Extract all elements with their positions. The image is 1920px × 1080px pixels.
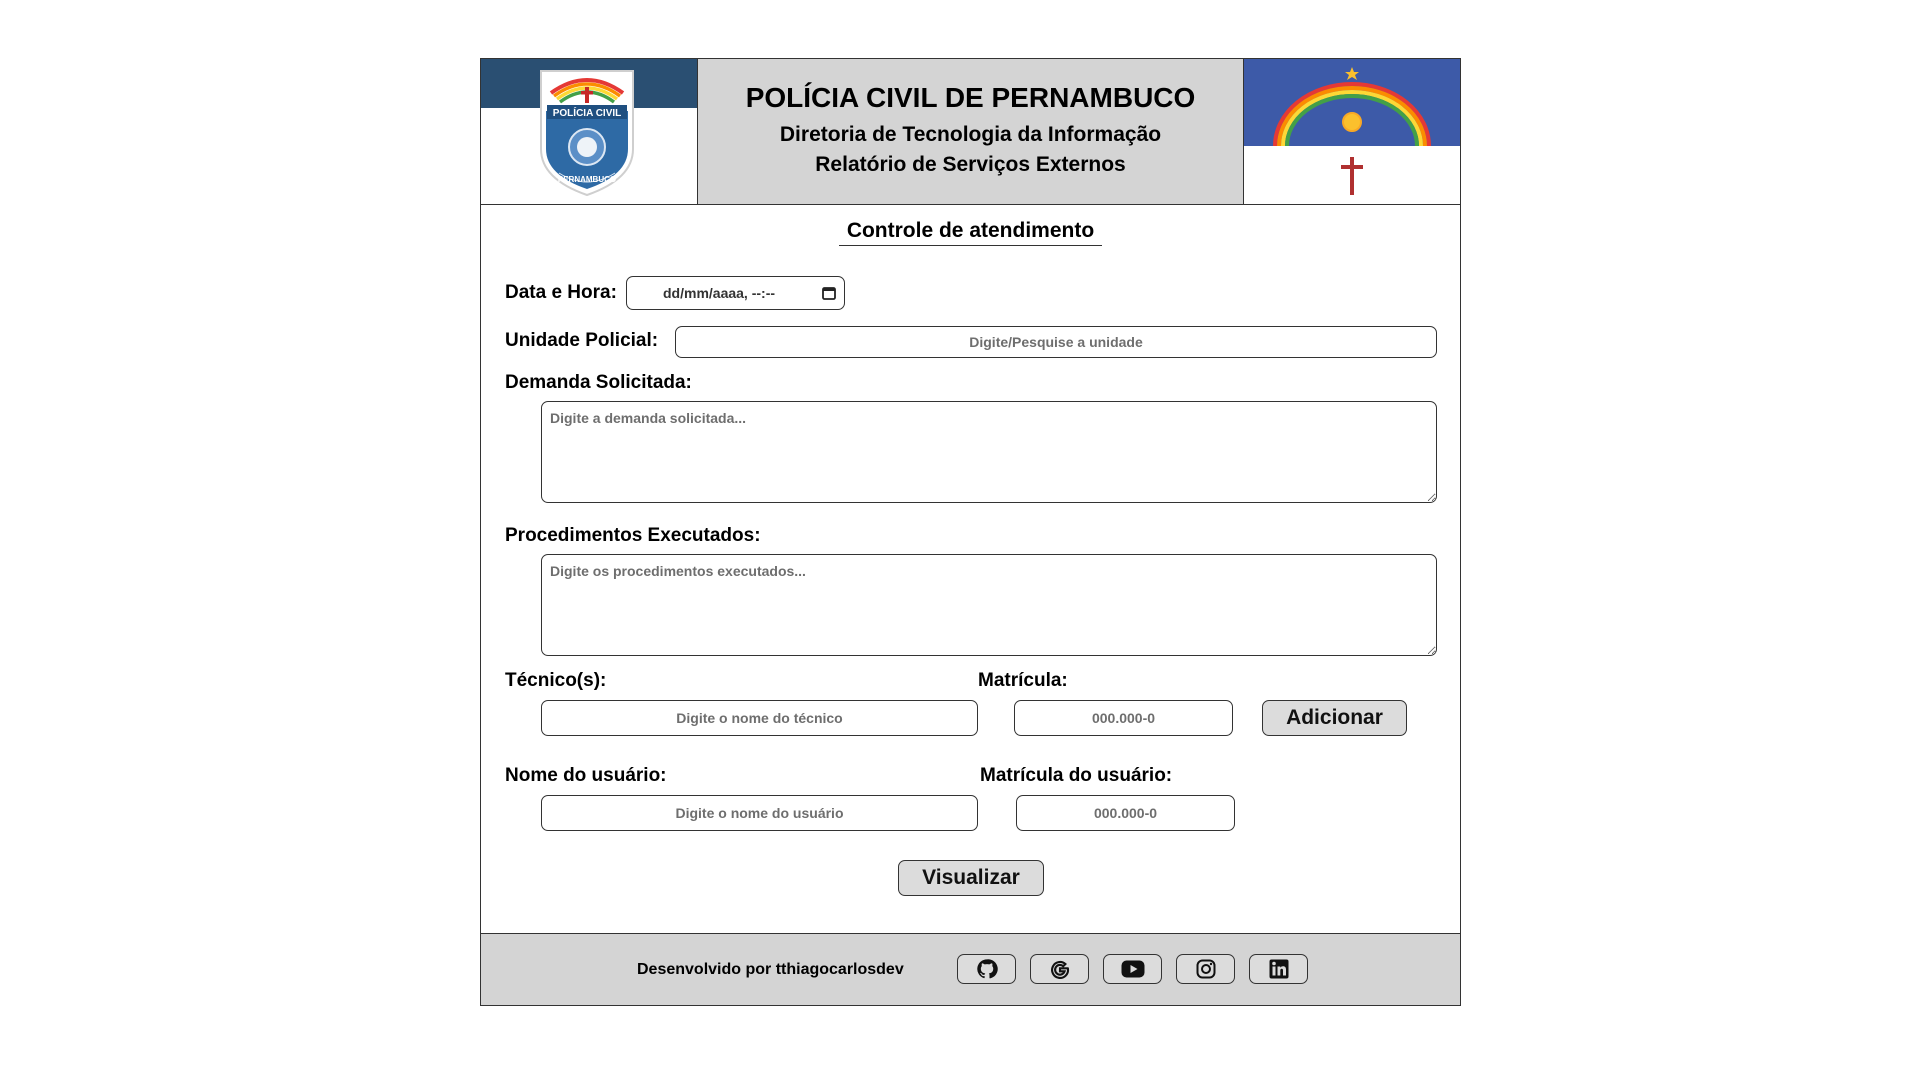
demanda-textarea[interactable]: [541, 401, 1437, 503]
section-title: Controle de atendimento: [481, 219, 1460, 246]
police-badge-icon: POLÍCIA CIVIL PERNAMBUCO: [540, 70, 634, 197]
pernambuco-flag-icon: [1244, 59, 1460, 204]
tecnico-label: Técnico(s):: [505, 670, 607, 691]
unidade-input[interactable]: [675, 326, 1437, 358]
footer: Desenvolvido por tthiagocarlosdev: [481, 933, 1460, 1005]
usuario-label: Nome do usuário:: [505, 765, 667, 786]
matricula-label: Matrícula:: [978, 670, 1068, 691]
page-title: POLÍCIA CIVIL DE PERNAMBUCO: [745, 82, 1196, 113]
unidade-label: Unidade Policial:: [505, 330, 659, 351]
procedimentos-textarea[interactable]: [541, 554, 1437, 656]
google-button[interactable]: [1030, 954, 1089, 984]
form-container: POLÍCIA CIVIL PERNAMBUCO POLÍCIA CIVIL D…: [480, 58, 1461, 1006]
header-title-box: POLÍCIA CIVIL DE PERNAMBUCO Diretoria de…: [698, 59, 1243, 204]
demanda-label: Demanda Solicitada:: [505, 372, 692, 393]
add-button[interactable]: Adicionar: [1262, 700, 1407, 736]
badge-text-top: POLÍCIA CIVIL: [553, 106, 622, 119]
matricula-input[interactable]: [1014, 700, 1233, 736]
view-button[interactable]: Visualizar: [898, 860, 1044, 896]
instagram-button[interactable]: [1176, 954, 1235, 984]
datetime-input[interactable]: dd/mm/aaaa, --:--: [626, 276, 845, 310]
linkedin-icon: [1269, 959, 1288, 979]
report-title: Relatório de Serviços Externos: [815, 153, 1126, 176]
youtube-button[interactable]: [1103, 954, 1162, 984]
calendar-icon[interactable]: [822, 286, 836, 300]
matricula-usuario-input[interactable]: [1016, 795, 1235, 831]
google-icon: [1050, 961, 1069, 979]
linkedin-button[interactable]: [1249, 954, 1308, 984]
footer-credit: Desenvolvido por tthiagocarlosdev: [637, 961, 904, 978]
procedimentos-label: Procedimentos Executados:: [505, 525, 761, 546]
github-button[interactable]: [957, 954, 1016, 984]
pernambuco-flag-box: [1243, 59, 1460, 204]
header: POLÍCIA CIVIL PERNAMBUCO POLÍCIA CIVIL D…: [481, 59, 1460, 205]
tecnico-input[interactable]: [541, 700, 978, 736]
datetime-label: Data e Hora:: [505, 282, 617, 303]
usuario-input[interactable]: [541, 795, 978, 831]
datetime-value: dd/mm/aaaa, --:--: [663, 285, 776, 301]
github-icon: [976, 959, 998, 979]
badge-text-bottom: PERNAMBUCO: [558, 175, 616, 184]
matricula-usuario-label: Matrícula do usuário:: [980, 765, 1173, 786]
header-subtitle: Diretoria de Tecnologia da Informação: [779, 123, 1162, 146]
youtube-icon: [1121, 960, 1144, 978]
instagram-icon: [1196, 959, 1215, 979]
police-logo-box: POLÍCIA CIVIL PERNAMBUCO: [481, 59, 698, 204]
